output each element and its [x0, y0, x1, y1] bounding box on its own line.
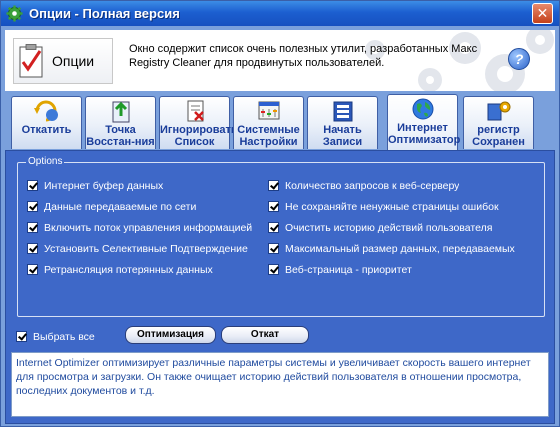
internet-globe-icon — [412, 98, 433, 120]
title-bar[interactable]: Опции - Полная версия ✕ — [1, 1, 559, 26]
checkbox[interactable] — [268, 179, 279, 191]
checkbox[interactable] — [268, 200, 279, 212]
checkbox[interactable] — [27, 263, 38, 275]
options-logo: Опции — [13, 38, 113, 84]
checkbox[interactable] — [27, 200, 38, 212]
checklist-icon — [19, 44, 43, 78]
info-box: Internet Optimizer оптимизирует различны… — [11, 352, 549, 417]
header-description: Окно содержит список очень полезных утил… — [129, 43, 478, 69]
option-web-priority[interactable]: Веб-страница - приоритет — [268, 263, 412, 278]
header-banner: Опции Окно содержит список очень полезны… — [5, 30, 555, 91]
option-flow-control[interactable]: Включить поток управления информацией — [27, 221, 252, 236]
help-button[interactable]: ? — [508, 48, 530, 70]
checkbox[interactable] — [268, 221, 279, 233]
tab-internet-optimizer[interactable]: Интернет Оптимизатор — [387, 94, 461, 151]
tab-registry-backup[interactable]: регистр Сохранен — [463, 96, 534, 149]
window-title: Опции - Полная версия — [29, 6, 180, 21]
options-group: Options Интернет буфер данных Данные пер… — [17, 156, 545, 317]
close-button[interactable]: ✕ — [532, 3, 553, 24]
tab-startup-entries[interactable]: Начать Записи — [307, 96, 378, 149]
tab-ignore-list[interactable]: Игнорировать Список — [159, 96, 238, 149]
checkbox[interactable] — [27, 242, 38, 254]
optimize-button[interactable]: Оптимизация — [125, 326, 216, 344]
option-server-requests[interactable]: Количество запросов к веб-серверу — [268, 179, 459, 194]
restore-icon — [33, 100, 58, 122]
option-clear-history[interactable]: Очистить историю действий пользователя — [268, 221, 492, 236]
tab-label: Интернет Оптимизатор — [388, 122, 461, 146]
options-panel: Options Интернет буфер данных Данные пер… — [5, 150, 555, 424]
checkbox[interactable] — [268, 242, 279, 254]
logo-label: Опции — [52, 53, 95, 69]
restore-point-icon — [112, 101, 129, 123]
options-legend: Options — [26, 156, 65, 167]
option-max-data-size[interactable]: Максимальный размер данных, передаваемых… — [268, 242, 515, 257]
tab-restore-point[interactable]: Точка Восстан-ния — [85, 96, 156, 149]
option-internet-buffer[interactable]: Интернет буфер данных — [27, 179, 163, 194]
option-network-data[interactable]: Данные передаваемые по сети — [27, 200, 196, 215]
tab-label: Откатить — [21, 124, 72, 136]
checkbox[interactable] — [268, 263, 279, 275]
tab-label: Системные Настройки — [237, 124, 300, 148]
system-settings-icon — [258, 101, 279, 120]
close-icon: ✕ — [536, 5, 549, 21]
tab-label: регистр Сохранен — [472, 124, 525, 148]
gear-icon — [6, 5, 23, 22]
registry-backup-icon — [487, 101, 510, 121]
info-text: Internet Optimizer оптимизирует различны… — [16, 357, 531, 397]
checkbox[interactable] — [27, 221, 38, 233]
tab-strip: Откатить Точка Восстан-ния Игнорировать … — [5, 94, 555, 151]
select-all-checkbox[interactable]: Выбрать все — [16, 330, 95, 343]
tab-system-settings[interactable]: Системные Настройки — [233, 96, 304, 149]
tab-label: Точка Восстан-ния — [86, 124, 155, 148]
startup-entries-icon — [333, 101, 352, 122]
tab-label: Игнорировать Список — [160, 124, 238, 148]
question-mark-icon: ? — [514, 51, 524, 67]
option-error-pages[interactable]: Не сохраняйте ненужные страницы ошибок — [268, 200, 499, 215]
tab-rollback[interactable]: Откатить — [11, 96, 82, 149]
option-selective-ack[interactable]: Установить Селективные Подтверждение — [27, 242, 248, 257]
checkbox[interactable] — [16, 330, 27, 342]
rollback-button[interactable]: Откат — [221, 326, 309, 344]
ignore-list-icon — [187, 100, 204, 122]
option-retransmission[interactable]: Ретрансляция потерянных данных — [27, 263, 213, 278]
options-window: Опции - Полная версия ✕ Опции Окно содер… — [0, 0, 560, 427]
tab-label: Начать Записи — [322, 124, 363, 148]
checkbox[interactable] — [27, 179, 38, 191]
